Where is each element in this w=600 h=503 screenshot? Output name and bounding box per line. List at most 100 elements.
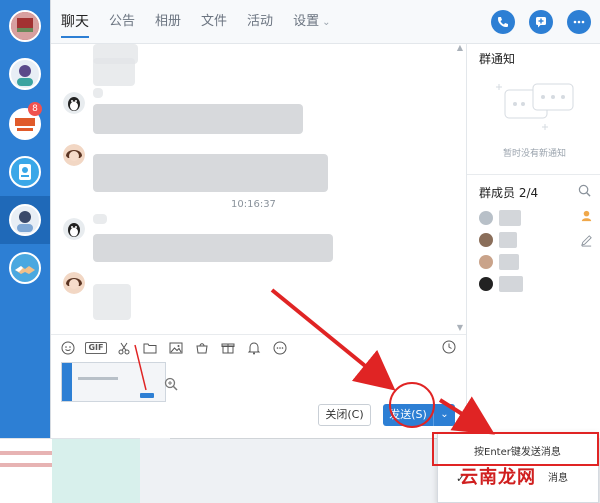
gift-icon — [221, 343, 235, 353]
tab-chat[interactable]: 聊天 — [61, 0, 89, 44]
add-member-button[interactable] — [529, 10, 553, 34]
screenshot-button[interactable] — [115, 339, 133, 357]
user-avatar — [63, 272, 85, 294]
nav-item-partners[interactable] — [0, 244, 50, 292]
tab-label: 公告 — [109, 14, 136, 29]
avatar — [9, 10, 41, 42]
bg-stripe — [0, 463, 52, 467]
pasted-screenshot-thumbnail[interactable] — [61, 362, 166, 402]
penguin-avatar — [63, 92, 85, 114]
phone-icon — [498, 17, 508, 27]
member-name — [499, 276, 523, 292]
panel-divider — [467, 174, 600, 175]
scroll-down-icon[interactable]: ▼ — [456, 324, 464, 332]
phone-call-button[interactable] — [491, 10, 515, 34]
member-name — [499, 254, 519, 270]
member-row[interactable] — [479, 252, 589, 272]
member-row[interactable] — [479, 230, 589, 250]
group-notice-title: 群通知 — [479, 52, 516, 66]
message-bubble — [93, 154, 328, 192]
message-bubble — [93, 284, 131, 320]
unread-badge: 8 — [28, 102, 42, 116]
header-actions — [477, 10, 591, 34]
more-button[interactable] — [567, 10, 591, 34]
tab-label: 设置 — [293, 14, 320, 29]
emoji-button[interactable] — [59, 339, 77, 357]
message-list[interactable]: 10:16:37 — [51, 44, 466, 334]
folder-button[interactable] — [141, 339, 159, 357]
left-nav: 8 — [0, 0, 50, 438]
image-button[interactable] — [167, 339, 185, 357]
empty-notice-illustration — [496, 83, 574, 130]
avatar — [9, 252, 41, 284]
tab-settings[interactable]: 设置 ⌄ — [293, 0, 330, 44]
member-avatar — [479, 277, 493, 291]
chat-plus-icon — [536, 17, 546, 28]
search-icon[interactable] — [578, 184, 591, 197]
emoji-icon — [61, 341, 75, 354]
shop-button[interactable] — [193, 339, 211, 357]
annotation-highlight-box — [432, 432, 599, 466]
nav-item-group-notifications[interactable]: 8 — [0, 100, 50, 148]
tab-announcement[interactable]: 公告 — [109, 0, 135, 44]
bg-stripe — [0, 451, 52, 455]
scroll-up-icon[interactable]: ▲ — [456, 44, 464, 52]
window-header: 聊天 公告 相册 文件 活动 设置 ⌄ — [51, 0, 600, 44]
watermark-text: 云南龙网 — [460, 467, 536, 488]
tab-album[interactable]: 相册 — [155, 0, 181, 44]
gift-button[interactable] — [219, 339, 237, 357]
avatar — [9, 204, 41, 236]
shop-icon — [196, 342, 208, 353]
message-bubble — [93, 234, 333, 262]
avatar — [9, 58, 41, 90]
edit-icon[interactable] — [580, 234, 593, 247]
thumb-sidebar — [62, 363, 72, 401]
sender-name — [93, 214, 107, 224]
input-toolbar: GIF — [51, 334, 466, 360]
chat-scrollbar[interactable]: ▲ ▼ — [456, 44, 464, 334]
member-name — [499, 232, 517, 248]
member-avatar — [479, 255, 493, 269]
penguin-avatar — [63, 218, 85, 240]
history-clock-icon[interactable] — [442, 340, 456, 354]
user-avatar — [63, 144, 85, 166]
sender-name — [93, 88, 103, 98]
close-button[interactable]: 关闭(C) — [318, 404, 371, 426]
bell-icon — [247, 341, 261, 354]
scissors-icon — [118, 342, 130, 354]
tab-label: 相册 — [155, 14, 182, 29]
right-panel: 群通知 暂时没有新通知 群成员 2/4 — [466, 44, 600, 438]
tab-label: 活动 — [247, 14, 274, 29]
zoom-in-icon[interactable] — [164, 377, 178, 391]
tab-label: 文件 — [201, 14, 228, 29]
nav-avatar-self[interactable] — [0, 2, 50, 50]
tab-activity[interactable]: 活动 — [247, 0, 273, 44]
folder-icon — [143, 343, 157, 353]
send-options-dropdown[interactable]: ⌄ — [433, 404, 455, 426]
member-row[interactable] — [479, 208, 589, 228]
bg-panel — [52, 439, 140, 503]
tab-label: 聊天 — [61, 14, 89, 30]
group-members-title: 群成员 2/4 — [479, 186, 539, 200]
nav-item-contacts[interactable] — [0, 50, 50, 98]
nav-item-work[interactable] — [0, 148, 50, 196]
message-bubble — [93, 104, 303, 134]
background-window-thumbnail — [0, 438, 140, 503]
group-owner-icon — [581, 210, 592, 222]
gif-button[interactable]: GIF — [85, 341, 107, 354]
nav-item-chat-active[interactable] — [0, 196, 50, 244]
member-avatar — [479, 233, 493, 247]
notice-empty-text: 暂时没有新通知 — [502, 149, 566, 159]
notify-button[interactable] — [245, 339, 263, 357]
image-icon — [169, 342, 183, 353]
member-row[interactable] — [479, 274, 589, 294]
tab-files[interactable]: 文件 — [201, 0, 227, 44]
message-bubble — [93, 58, 135, 86]
more-icon — [273, 341, 287, 354]
message-timestamp: 10:16:37 — [231, 199, 276, 210]
message-input-area[interactable]: 关闭(C) 发送(S) ⌄ — [51, 360, 466, 438]
more-tools-button[interactable] — [271, 339, 289, 357]
avatar — [9, 156, 41, 188]
send-button[interactable]: 发送(S) — [383, 404, 433, 426]
thumb-button — [140, 393, 154, 398]
